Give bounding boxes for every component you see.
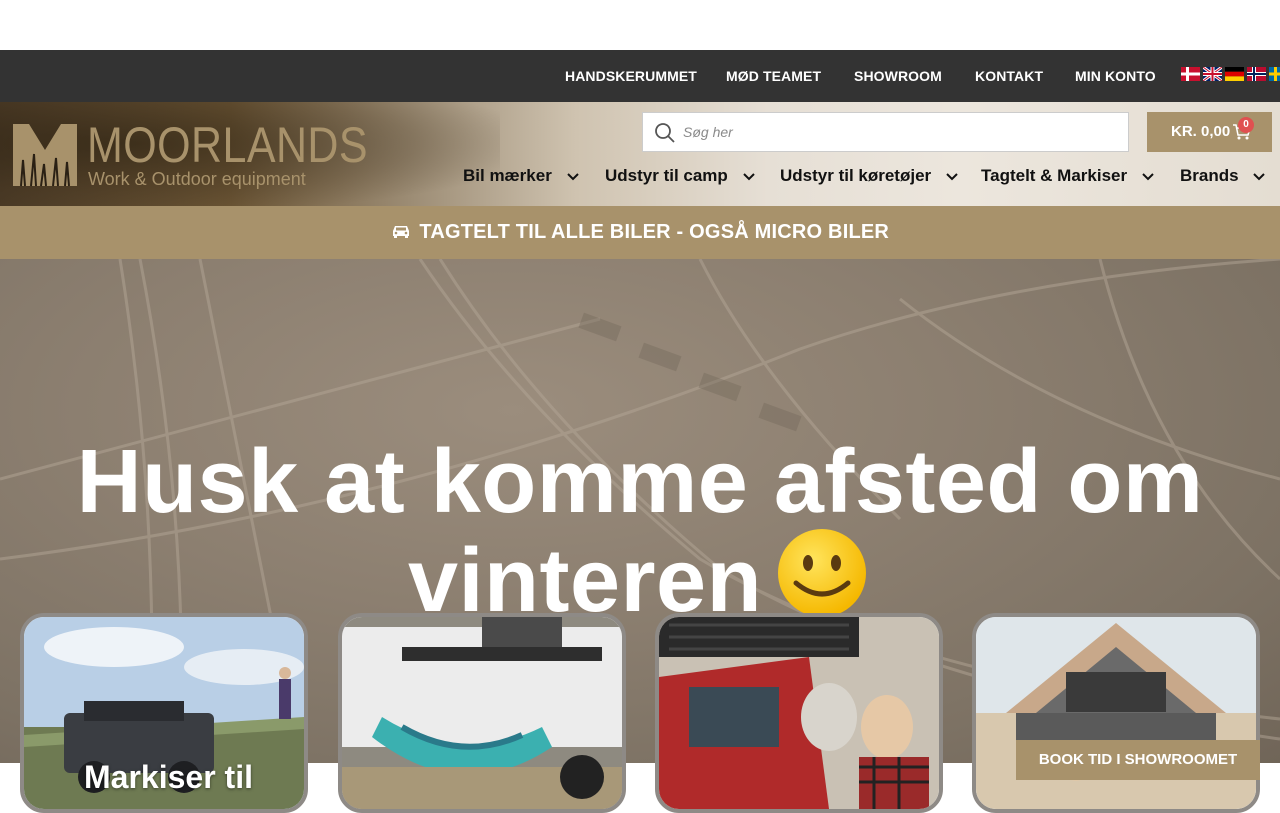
topnav-link-showroom[interactable]: SHOWROOM	[854, 50, 942, 102]
language-switcher	[1181, 67, 1280, 81]
logo-wordmark: MOORLANDS	[87, 117, 369, 173]
german-flag-icon[interactable]	[1225, 67, 1244, 81]
search-input[interactable]	[683, 113, 1123, 151]
category-card-markiser[interactable]: Markiser til	[20, 613, 308, 813]
chevron-down-icon	[566, 172, 579, 180]
site-logo[interactable]: MOORLANDS Work & Outdoor equipment	[11, 117, 368, 192]
announcement-bar[interactable]: TAGTELT TIL ALLE BILER - OGSÅ MICRO BILE…	[0, 206, 1280, 259]
nav-label: Udstyr til camp	[605, 166, 728, 185]
book-showroom-button[interactable]: BOOK TID I SHOWROOMET	[1016, 740, 1260, 780]
nav-label: Bil mærker	[463, 166, 552, 185]
card-title: Markiser til	[84, 759, 253, 795]
nav-brands[interactable]: Brands	[1180, 164, 1266, 188]
cart-button[interactable]: KR. 0,00 0	[1147, 112, 1272, 152]
topnav-link-kontakt[interactable]: KONTAKT	[975, 50, 1043, 102]
announcement-text: TAGTELT TIL ALLE BILER - OGSÅ MICRO BILE…	[419, 221, 890, 243]
swedish-flag-icon[interactable]	[1269, 67, 1280, 81]
chevron-down-icon	[1253, 172, 1266, 180]
card-image-dog-car	[659, 617, 939, 809]
cart-total: KR. 0,00	[1171, 123, 1231, 140]
top-nav: HANDSKERUMMET MØD TEAMET SHOWROOM KONTAK…	[0, 50, 1280, 102]
nav-label: Brands	[1180, 166, 1239, 185]
category-card-roof-tent[interactable]	[972, 613, 1260, 813]
nav-label: Tagtelt & Markiser	[981, 166, 1128, 185]
hero-title: Husk at komme afsted om vinteren	[0, 437, 1280, 626]
moorlands-mark-icon	[13, 124, 77, 187]
logo-tagline: Work & Outdoor equipment	[88, 169, 306, 189]
cart-count-badge: 0	[1238, 117, 1254, 133]
chevron-down-icon	[742, 172, 755, 180]
category-card-recovery[interactable]	[655, 613, 943, 813]
nav-udstyr-til-koeretoejer[interactable]: Udstyr til køretøjer	[780, 164, 958, 188]
topnav-link-handskerummet[interactable]: HANDSKERUMMET	[565, 50, 697, 102]
top-strip	[0, 0, 1280, 50]
nav-label: Udstyr til køretøjer	[780, 166, 932, 185]
car-icon	[392, 226, 409, 238]
smiley-emoji-icon	[778, 529, 867, 617]
norwegian-flag-icon[interactable]	[1247, 67, 1266, 81]
nav-tagtelt-markiser[interactable]: Tagtelt & Markiser	[981, 164, 1154, 188]
search-bar	[642, 112, 1129, 152]
topnav-link-moed-teamet[interactable]: MØD TEAMET	[726, 50, 821, 102]
topnav-link-min-konto[interactable]: MIN KONTO	[1075, 50, 1156, 102]
nav-bil-maerker[interactable]: Bil mærker	[463, 164, 579, 188]
chevron-down-icon	[946, 172, 958, 180]
card-image-hammock-pickup	[342, 617, 622, 809]
category-card-hammock[interactable]	[338, 613, 626, 813]
hero-title-text: Husk at komme afsted om vinteren	[76, 432, 1204, 631]
card-image-roof-tent	[976, 617, 1256, 809]
english-flag-icon[interactable]	[1203, 67, 1222, 81]
search-icon[interactable]	[654, 122, 676, 144]
nav-udstyr-til-camp[interactable]: Udstyr til camp	[605, 164, 755, 188]
danish-flag-icon[interactable]	[1181, 67, 1200, 81]
chevron-down-icon	[1142, 172, 1154, 180]
